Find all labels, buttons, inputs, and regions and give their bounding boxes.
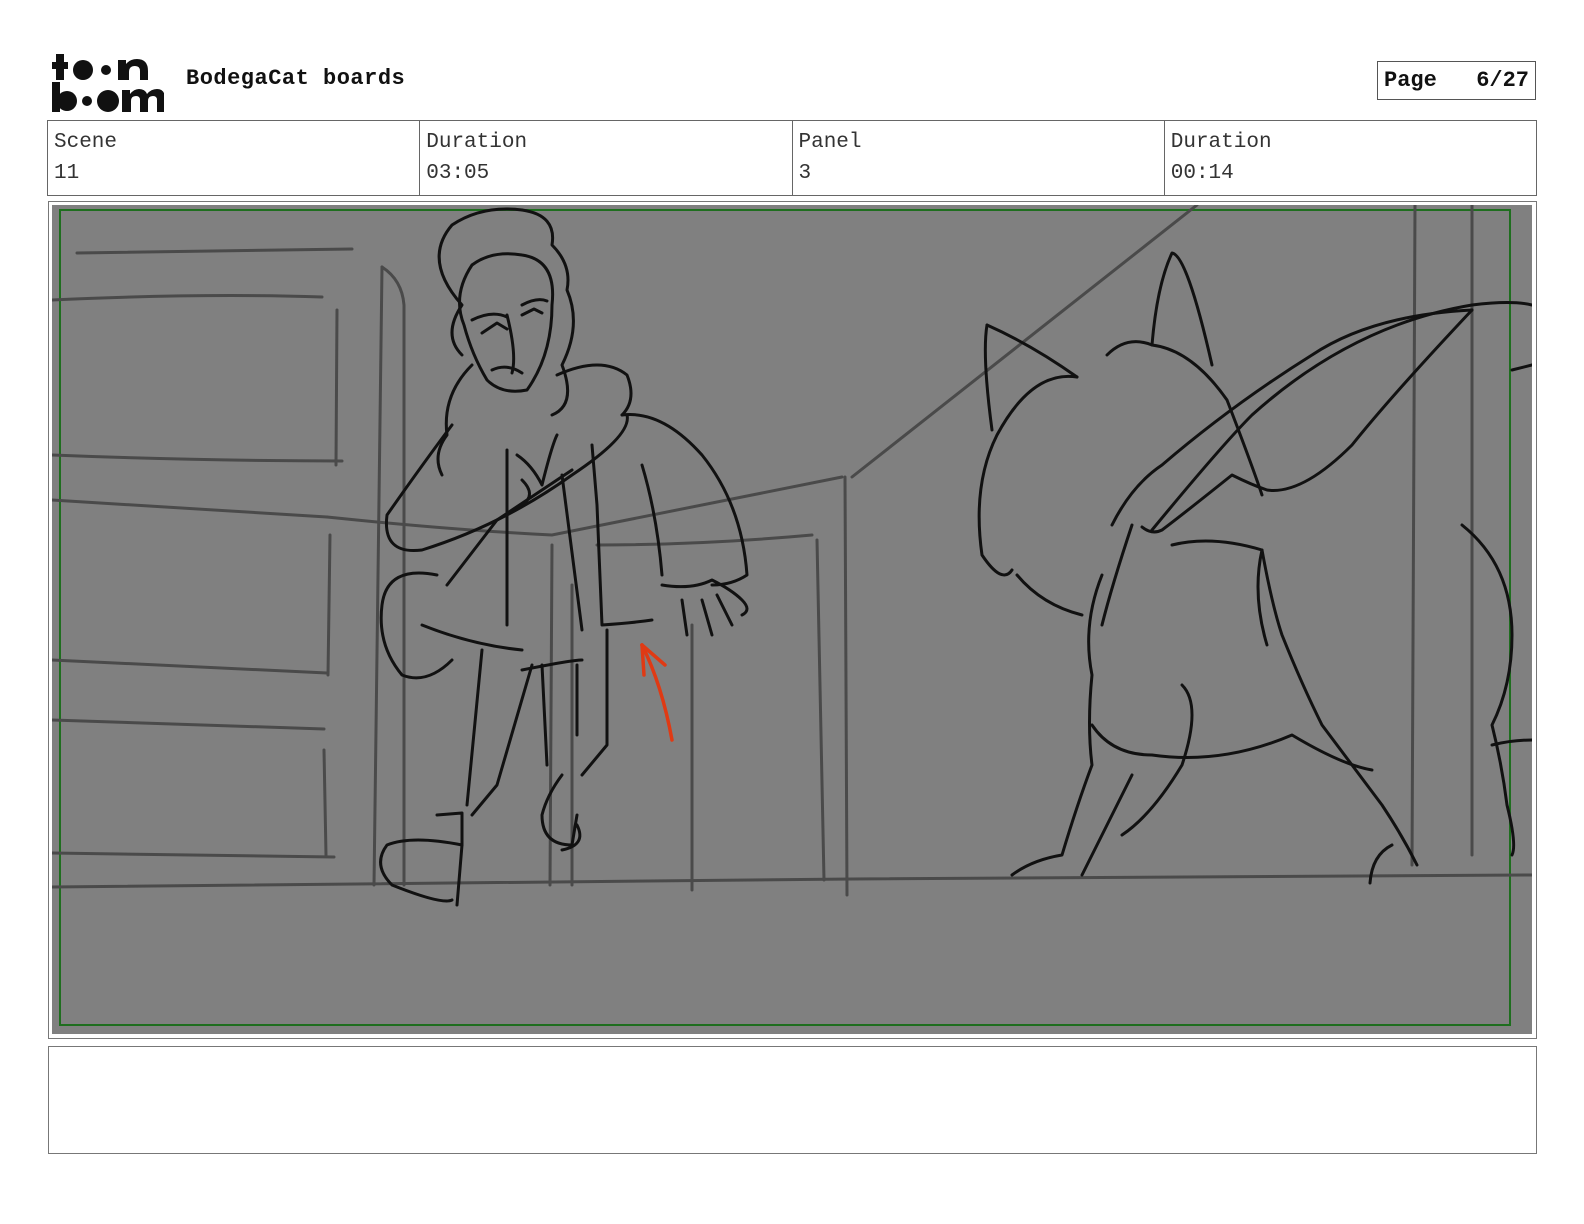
scene-value: 11 [54, 162, 80, 185]
panel-notes[interactable] [48, 1046, 1537, 1154]
cat-sketch [977, 251, 1532, 885]
scene-cell: Scene 11 [48, 121, 421, 195]
scene-duration-label: Duration [426, 131, 528, 154]
scene-info-table: Scene 11 Duration 03:05 Panel 3 Duration… [47, 120, 1537, 196]
panel-duration-label: Duration [1170, 131, 1272, 154]
storyboard-panel-frame [48, 201, 1537, 1039]
panel-value: 3 [798, 162, 812, 185]
scene-duration-cell: Duration 03:05 [420, 121, 793, 195]
scene-duration-value: 03:05 [426, 162, 490, 185]
toon-boom-logo [52, 50, 165, 114]
project-title: BodegaCat boards [186, 66, 406, 91]
background-layout-lines [52, 205, 1532, 897]
page-number: 6/27 [1476, 68, 1529, 93]
panel-label: Panel [798, 131, 862, 154]
panel-duration-value: 00:14 [1170, 162, 1234, 185]
scene-label: Scene [54, 131, 118, 154]
panel-duration-cell: Duration 00:14 [1165, 121, 1536, 195]
safe-area-border [59, 209, 1511, 1026]
panel-cell: Panel 3 [793, 121, 1165, 195]
page-label: Page [1384, 68, 1437, 93]
page-indicator: Page 6/27 [1377, 61, 1536, 100]
storyboard-sketch [52, 205, 1532, 1034]
motion-arrow [640, 643, 674, 742]
